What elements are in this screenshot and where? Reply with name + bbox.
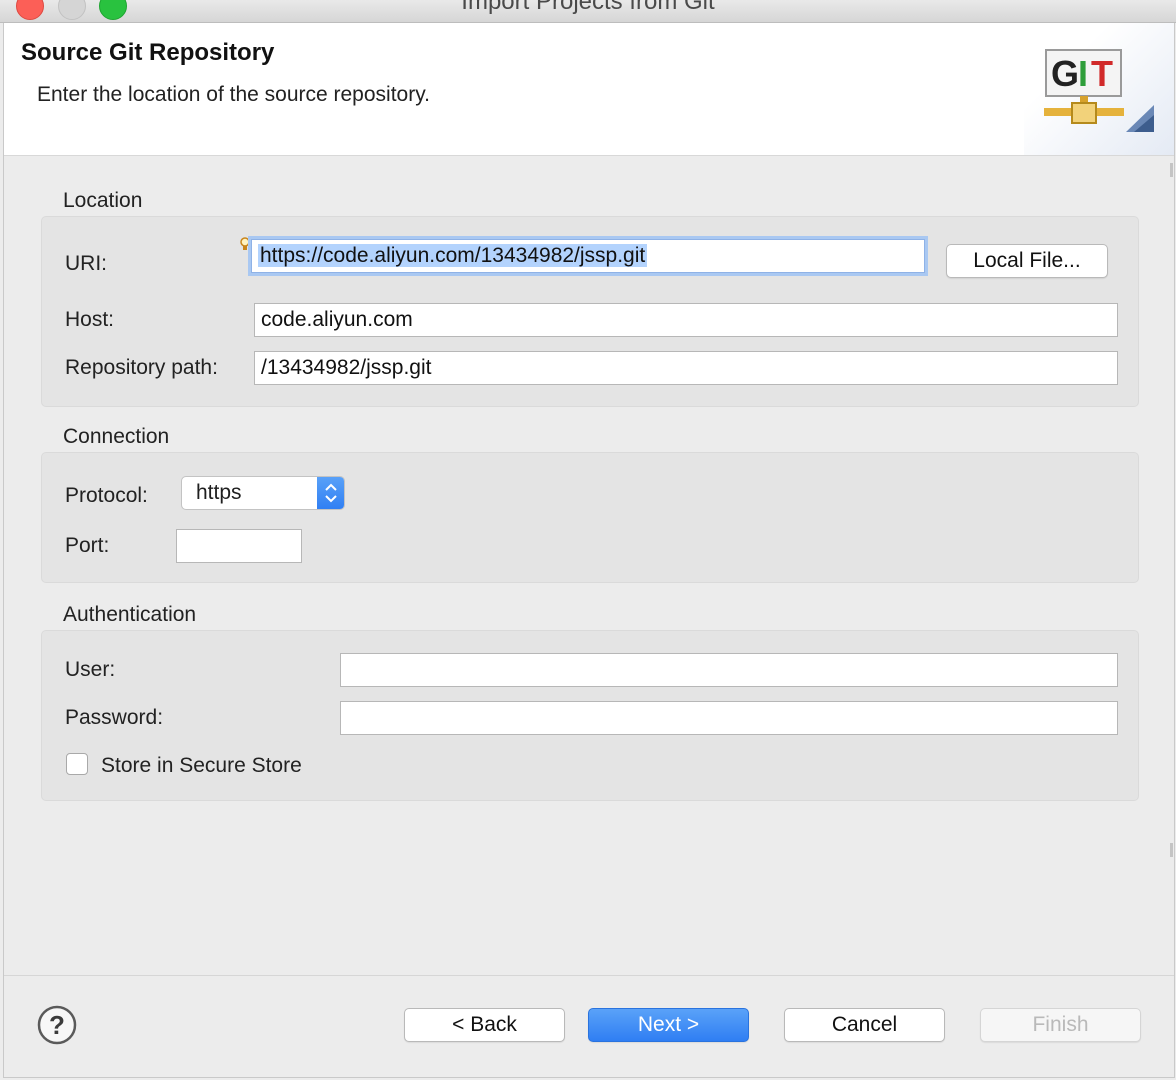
window-titlebar: Import Projects from Git	[0, 0, 1176, 23]
authentication-section-label: Authentication	[63, 603, 197, 626]
finish-button[interactable]: Finish	[980, 1008, 1141, 1042]
user-label: User:	[65, 658, 116, 681]
store-secure-checkbox[interactable]	[66, 753, 88, 775]
port-label: Port:	[65, 534, 110, 557]
git-logo-letter-i: I	[1078, 53, 1088, 94]
location-section-label: Location	[63, 189, 143, 212]
uri-input[interactable]: https://code.aliyun.com/13434982/jssp.gi…	[251, 239, 925, 273]
window-title: Import Projects from Git	[461, 0, 715, 15]
local-file-button[interactable]: Local File...	[946, 244, 1108, 278]
resize-edge-marks	[1170, 163, 1173, 857]
svg-text:?: ?	[49, 1010, 65, 1040]
host-label: Host:	[65, 308, 115, 331]
next-button[interactable]: Next >	[588, 1008, 749, 1042]
uri-label: URI:	[65, 252, 107, 275]
password-input[interactable]	[340, 701, 1118, 735]
cancel-button[interactable]: Cancel	[784, 1008, 945, 1042]
footer-separator	[4, 975, 1174, 976]
protocol-label: Protocol:	[65, 484, 148, 507]
uri-input-value: https://code.aliyun.com/13434982/jssp.gi…	[258, 244, 648, 267]
lightbulb-icon	[240, 237, 250, 250]
back-button[interactable]: < Back	[404, 1008, 565, 1042]
git-logo-icon: G I T	[1044, 49, 1154, 132]
port-input[interactable]	[176, 529, 302, 563]
import-dialog: Source Git Repository Enter the location…	[3, 23, 1175, 1078]
password-label: Password:	[65, 706, 164, 729]
help-icon[interactable]: ?	[37, 1005, 77, 1045]
git-banner: G I T	[1024, 23, 1174, 155]
repository-path-input[interactable]: /13434982/jssp.git	[254, 351, 1118, 385]
protocol-select[interactable]: https	[181, 476, 345, 510]
git-logo-letter-g: G	[1051, 53, 1079, 94]
store-secure-label[interactable]: Store in Secure Store	[101, 754, 302, 778]
host-input[interactable]: code.aliyun.com	[254, 303, 1118, 337]
wizard-header: Source Git Repository Enter the location…	[4, 23, 1174, 156]
page-title: Source Git Repository	[21, 39, 275, 66]
chevron-updown-icon	[317, 477, 344, 509]
user-input[interactable]	[340, 653, 1118, 687]
git-logo-letter-t: T	[1091, 53, 1113, 94]
repository-path-label: Repository path:	[65, 356, 218, 379]
connection-section-label: Connection	[63, 425, 170, 448]
page-description: Enter the location of the source reposit…	[37, 83, 430, 106]
protocol-select-value: https	[196, 481, 242, 504]
connection-group	[41, 452, 1139, 583]
